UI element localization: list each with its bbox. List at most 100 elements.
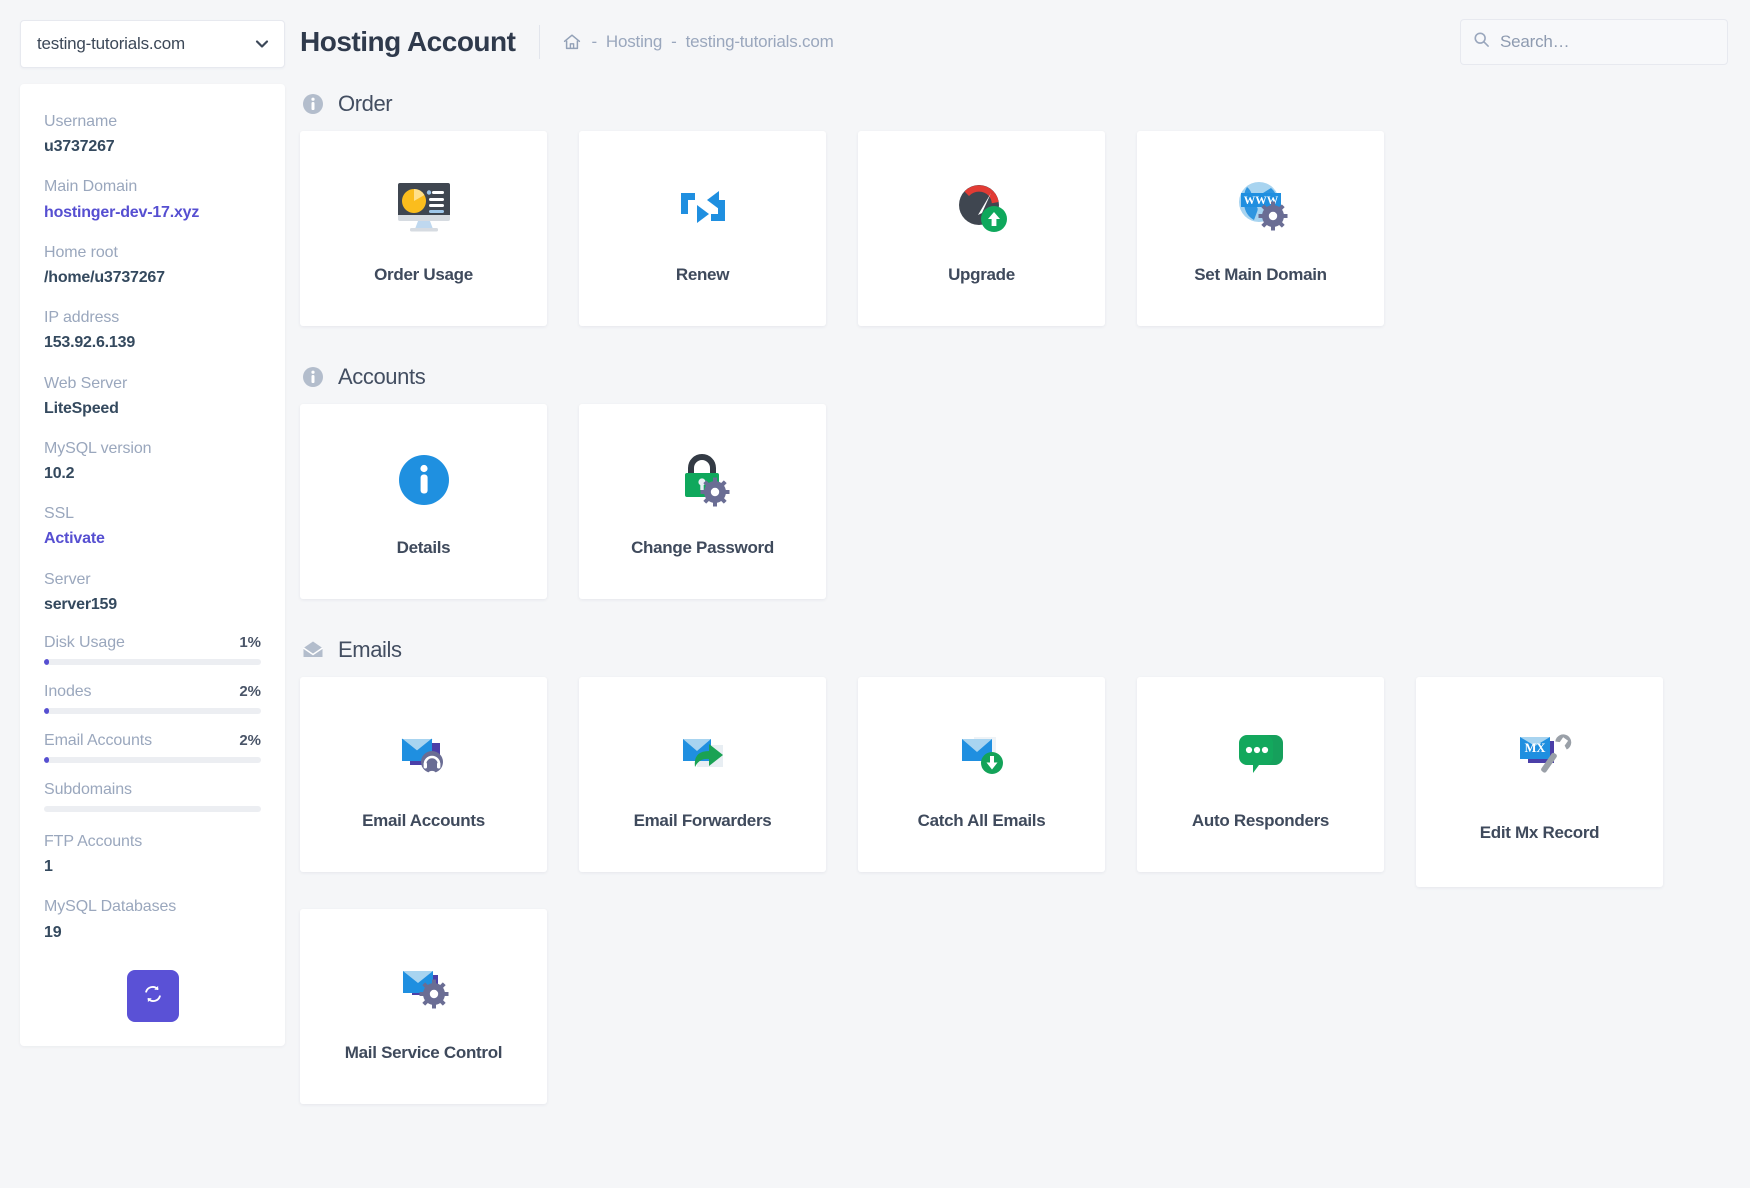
card-label: Order Usage bbox=[374, 265, 473, 284]
search-box[interactable] bbox=[1460, 18, 1728, 65]
account-counts: FTP Accounts 1 MySQL Databases 19 bbox=[44, 830, 261, 944]
search-icon bbox=[1473, 31, 1490, 53]
account-fields: Username u3737267 Main Domain hostinger-dev… bbox=[44, 110, 261, 616]
breadcrumb: - Hosting - testing-tutorials.com bbox=[562, 31, 834, 52]
monitor-pie-chart-icon bbox=[388, 171, 460, 243]
section-title: Emails bbox=[338, 637, 402, 662]
info-field-value: LiteSpeed bbox=[44, 399, 119, 417]
breadcrumb-item-hosting[interactable]: Hosting bbox=[606, 32, 662, 52]
sections-container: Order Order Usage Renew Upgrade WWW Set Main … bbox=[300, 91, 1728, 1126]
section-title: Accounts bbox=[338, 364, 426, 389]
card-auto-responders[interactable]: Auto Responders bbox=[1137, 677, 1384, 872]
info-field-label: Username bbox=[44, 113, 118, 130]
card-email-accounts[interactable]: Email Accounts bbox=[300, 677, 547, 872]
count-field: FTP Accounts 1 bbox=[44, 830, 261, 878]
usage-meter: Disk Usage 1% bbox=[44, 634, 261, 665]
usage-meter-bar bbox=[44, 757, 261, 763]
info-field-value: 153.92.6.139 bbox=[44, 334, 136, 352]
section-header: Accounts bbox=[300, 364, 1728, 390]
usage-meter-head: Disk Usage 1% bbox=[44, 634, 261, 652]
info-circle-icon bbox=[302, 93, 324, 115]
usage-meter-value: 2% bbox=[239, 732, 261, 749]
refresh-icon bbox=[142, 983, 164, 1008]
info-field: Server server159 bbox=[44, 568, 261, 616]
usage-meter-bar bbox=[44, 708, 261, 714]
info-field-value[interactable]: hostinger-dev-17.xyz bbox=[44, 201, 261, 224]
search-input[interactable] bbox=[1490, 31, 1721, 52]
count-field-value: 19 bbox=[44, 923, 62, 941]
domain-selector[interactable]: testing-tutorials.com bbox=[20, 20, 285, 68]
info-circle-blue-icon bbox=[388, 444, 460, 516]
info-field-label: MySQL version bbox=[44, 439, 152, 457]
usage-meter: Subdomains bbox=[44, 781, 261, 812]
info-field: MySQL version 10.2 bbox=[44, 437, 261, 485]
usage-meter-label: Inodes bbox=[44, 683, 92, 700]
card-mail-service-control[interactable]: Mail Service Control bbox=[300, 909, 547, 1104]
card-set-main-domain[interactable]: WWW Set Main Domain bbox=[1137, 131, 1384, 326]
usage-meter-label: Email Accounts bbox=[44, 732, 152, 749]
count-field-label: FTP Accounts bbox=[44, 833, 143, 850]
card-label: Renew bbox=[675, 265, 730, 284]
info-circle-icon bbox=[302, 366, 324, 388]
info-field-label: Main Domain bbox=[44, 178, 138, 196]
usage-meters: Disk Usage 1% Inodes 2% Email Accounts 2% Subd… bbox=[44, 634, 261, 812]
svg-text:MX: MX bbox=[1524, 741, 1545, 755]
card-label: Upgrade bbox=[948, 265, 1015, 284]
card-edit-mx-record[interactable]: MX Edit Mx Record bbox=[1416, 677, 1663, 887]
card-label: Mail Service Control bbox=[344, 1043, 503, 1062]
card-label: Auto Responders bbox=[1191, 811, 1330, 830]
section-emails: Emails Email Accounts Email Forwarders Catc… bbox=[300, 637, 1728, 1126]
top-bar: Hosting Account - Hosting - testing-tuto… bbox=[300, 0, 1728, 75]
chat-bubbles-icon bbox=[1225, 717, 1297, 789]
card-label: Email Forwarders bbox=[633, 811, 772, 830]
envelope-gear-icon bbox=[388, 949, 460, 1021]
home-icon[interactable] bbox=[562, 32, 582, 52]
info-field-value[interactable]: Activate bbox=[44, 527, 261, 550]
info-field: Username u3737267 bbox=[44, 110, 261, 158]
card-email-forwarders[interactable]: Email Forwarders bbox=[579, 677, 826, 872]
account-info-card: Username u3737267 Main Domain hostinger-dev… bbox=[20, 84, 285, 1046]
section-title: Order bbox=[338, 91, 393, 116]
speedometer-upgrade-icon bbox=[946, 171, 1018, 243]
usage-meter: Email Accounts 2% bbox=[44, 732, 261, 763]
card-label: Email Accounts bbox=[362, 811, 485, 830]
info-field-value: 10.2 bbox=[44, 465, 75, 483]
section-header: Order bbox=[300, 91, 1728, 117]
info-field: SSL Activate bbox=[44, 502, 261, 550]
chevron-down-icon bbox=[254, 36, 270, 52]
info-field: IP address 153.92.6.139 bbox=[44, 306, 261, 354]
info-field: Home root/home/u3737267 bbox=[44, 241, 261, 289]
section-header: Emails bbox=[300, 637, 1728, 663]
count-field: MySQL Databases 19 bbox=[44, 895, 261, 943]
sidebar: testing-tutorials.com Username u3737267 Ma… bbox=[0, 0, 285, 1046]
domain-selector-value: testing-tutorials.com bbox=[37, 34, 185, 53]
usage-meter-head: Inodes 2% bbox=[44, 683, 261, 701]
card-renew[interactable]: Renew bbox=[579, 131, 826, 326]
card-upgrade[interactable]: Upgrade bbox=[858, 131, 1105, 326]
info-field-label: SSL bbox=[44, 505, 74, 523]
usage-meter-head: Subdomains bbox=[44, 781, 261, 799]
envelope-mx-wrench-icon: MX bbox=[1504, 717, 1576, 789]
breadcrumb-item-domain[interactable]: testing-tutorials.com bbox=[686, 32, 834, 52]
count-field-value: 1 bbox=[44, 858, 53, 876]
usage-meter-label: Disk Usage bbox=[44, 634, 125, 651]
page-title: Hosting Account bbox=[300, 25, 516, 57]
card-grid: Email Accounts Email Forwarders Catch All … bbox=[300, 677, 1728, 1126]
card-change-password[interactable]: Change Password bbox=[579, 404, 826, 599]
usage-meter: Inodes 2% bbox=[44, 683, 261, 714]
main-content: Hosting Account - Hosting - testing-tuto… bbox=[285, 0, 1750, 1188]
breadcrumb-separator-2: - bbox=[671, 31, 677, 51]
info-field-value: server159 bbox=[44, 595, 117, 613]
info-field-label: Home root bbox=[44, 243, 118, 261]
card-order-usage[interactable]: Order Usage bbox=[300, 131, 547, 326]
card-label: Edit Mx Record bbox=[1479, 823, 1600, 842]
count-field-label: MySQL Databases bbox=[44, 898, 177, 916]
info-field-value: u3737267 bbox=[44, 138, 115, 156]
refresh-button[interactable] bbox=[126, 969, 179, 1022]
info-field: Main Domain hostinger-dev-17.xyz bbox=[44, 175, 261, 223]
renew-loop-icon bbox=[667, 171, 739, 243]
card-details[interactable]: Details bbox=[300, 404, 547, 599]
card-catch-all-emails[interactable]: Catch All Emails bbox=[858, 677, 1105, 872]
usage-meter-head: Email Accounts 2% bbox=[44, 732, 261, 750]
card-label: Set Main Domain bbox=[1194, 265, 1327, 284]
